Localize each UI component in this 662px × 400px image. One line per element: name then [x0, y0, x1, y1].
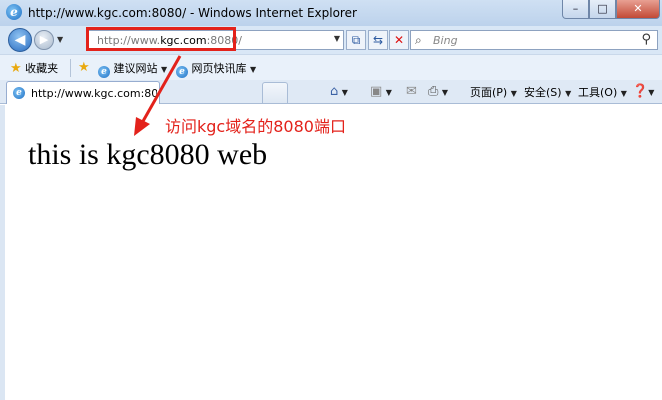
- annotation-arrow: [134, 55, 182, 136]
- arrow-shaft: [140, 55, 182, 124]
- arrow-head: [134, 117, 150, 136]
